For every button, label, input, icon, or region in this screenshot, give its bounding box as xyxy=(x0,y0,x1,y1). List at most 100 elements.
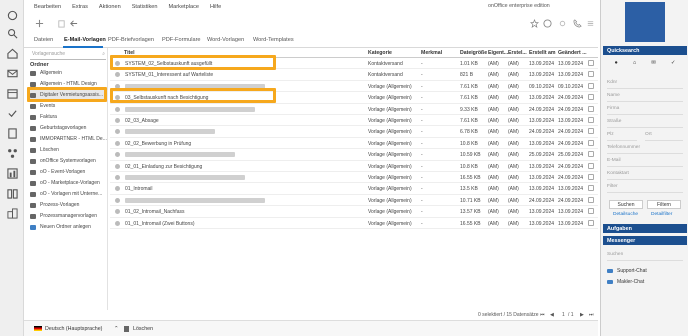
tasks-header[interactable]: Aufgaben xyxy=(603,224,687,233)
person-icon[interactable]: ● xyxy=(615,60,618,70)
row-checkbox[interactable] xyxy=(588,105,594,112)
name-field[interactable]: Name xyxy=(607,93,683,102)
table-row[interactable]: SYSTEM_01_Interessent auf Warteliste Kont… xyxy=(110,69,598,81)
makler-chat-item[interactable]: Makler-Chat xyxy=(607,279,644,285)
tab-word-templates[interactable]: Word-Templates xyxy=(253,37,294,43)
language-select[interactable]: Deutsch (Hauptsprache) xyxy=(45,326,102,332)
quicksearch-header[interactable]: Quicksearch xyxy=(603,46,687,55)
home-icon[interactable] xyxy=(5,46,19,60)
row-checkbox[interactable] xyxy=(588,151,594,158)
row-checkbox[interactable] xyxy=(588,174,594,180)
table-row[interactable]: 01_02_Intromail_Nachfass Vorlage (Allgeme… xyxy=(110,206,598,218)
tab-pdf-briefvorlagen[interactable]: PDF-Briefvorlagen xyxy=(108,37,154,43)
search-button[interactable]: Suchen xyxy=(609,200,643,209)
menu-bearbeiten[interactable]: Bearbeiten xyxy=(34,4,61,10)
tab-word-vorlagen[interactable]: Word-Vorlagen xyxy=(207,37,244,43)
messenger-header[interactable]: Messenger xyxy=(603,236,687,245)
table-row[interactable]: Vorlage (Allgemein) - 10.71 KB (AM) (AM) 24.0… xyxy=(110,195,598,207)
detail-filter-link[interactable]: Detailfilter xyxy=(651,212,672,217)
ort-field[interactable]: Ort xyxy=(645,132,683,141)
folder-item[interactable]: oO - Event-Vorlagen xyxy=(30,167,108,177)
col-dateigroesse[interactable]: Dateigröße xyxy=(460,50,487,56)
search-icon[interactable] xyxy=(5,26,19,40)
home-icon[interactable]: ⌂ xyxy=(633,60,636,70)
back-arrow-icon[interactable] xyxy=(68,18,78,28)
kdnr-field[interactable]: Kdnr xyxy=(607,80,683,89)
row-checkbox[interactable] xyxy=(588,139,594,146)
row-checkbox[interactable] xyxy=(588,219,594,226)
folder-item[interactable]: Löschen xyxy=(30,145,108,155)
table-row[interactable]: 02_03_Absage Vorlage (Allgemein) - 7.61 KB (… xyxy=(110,115,598,127)
folder-item[interactable]: IMMOPARTNER - HTML De... xyxy=(30,134,108,144)
folder-item[interactable]: Faktura xyxy=(30,112,108,122)
strasse-field[interactable]: Straße xyxy=(607,119,683,128)
prev-page-icon[interactable]: ◀ xyxy=(550,312,554,318)
tab-dateien[interactable]: Dateien xyxy=(34,37,53,43)
settings-icon[interactable] xyxy=(557,18,567,28)
folder-item[interactable]: Geburtstagsvorlagen xyxy=(30,123,108,133)
first-page-icon[interactable]: ⏮ xyxy=(540,312,545,318)
dashboard-icon[interactable] xyxy=(5,8,19,22)
mail-icon[interactable]: ✉ xyxy=(651,60,656,70)
current-page[interactable]: 1 xyxy=(562,312,565,318)
mail-icon[interactable] xyxy=(5,66,19,80)
plz-field[interactable]: Plz xyxy=(607,132,637,141)
menu-marketplace[interactable]: Marketplace xyxy=(169,4,199,10)
table-row[interactable]: Vorlage (Allgemein) - 6.78 KB (AM) (AM) 24.09… xyxy=(110,126,598,138)
col-kategorie[interactable]: Kategorie xyxy=(368,50,392,56)
folder-item[interactable]: oO - Vorlagen mit Unterne... xyxy=(30,189,108,199)
folder-item[interactable]: onOffice Systemvorlagen xyxy=(30,156,108,166)
filter-button[interactable]: Filtern xyxy=(647,200,681,209)
row-checkbox[interactable] xyxy=(588,71,594,78)
row-checkbox[interactable] xyxy=(588,128,594,135)
network-icon[interactable] xyxy=(5,146,19,160)
new-folder-button[interactable]: Neuen Ordner anlegen xyxy=(30,222,108,232)
template-search-input[interactable]: Vorlagensuche ⌕ xyxy=(30,51,106,60)
chart-icon[interactable] xyxy=(5,166,19,180)
document-icon[interactable] xyxy=(5,126,19,140)
table-row[interactable]: Vorlage (Allgemein) - 16.55 KB (AM) (AM) 13.0… xyxy=(110,172,598,184)
table-row[interactable]: 01_Intromail Vorlage (Allgemein) - 13.5 KB (… xyxy=(110,183,598,195)
row-checkbox[interactable] xyxy=(588,185,594,192)
copy-icon[interactable] xyxy=(56,18,66,28)
next-page-icon[interactable]: ▶ xyxy=(580,312,584,318)
folder-item[interactable]: oO - Marketplace-Vorlagen xyxy=(30,178,108,188)
help-icon[interactable] xyxy=(542,18,552,28)
row-checkbox[interactable] xyxy=(588,208,594,215)
tab-pdf-formulare[interactable]: PDF-Formulare xyxy=(162,37,201,43)
menu-hilfe[interactable]: Hilfe xyxy=(210,4,221,10)
col-merkmal[interactable]: Merkmal xyxy=(421,50,442,56)
row-checkbox[interactable] xyxy=(588,82,594,89)
folder-item[interactable]: Prozess-Vorlagen xyxy=(30,200,108,210)
calendar-icon[interactable] xyxy=(5,86,19,100)
support-chat-item[interactable]: Support-Chat xyxy=(607,268,647,274)
phone-icon[interactable] xyxy=(572,18,582,28)
kontaktart-select[interactable]: Kontaktart xyxy=(607,171,683,180)
table-row[interactable]: Vorlage (Allgemein) - 10.59 KB (AM) (AM) 25.0… xyxy=(110,149,598,161)
folder-item[interactable]: Allgemein xyxy=(30,68,108,78)
email-field[interactable]: E-Mail xyxy=(607,158,683,167)
menu-extras[interactable]: Extras xyxy=(72,4,88,10)
menu-statistiken[interactable]: Statistiken xyxy=(132,4,158,10)
delete-button[interactable]: Löschen xyxy=(133,326,153,332)
row-checkbox[interactable] xyxy=(588,94,594,101)
folder-item[interactable]: Prozessmanagervorlagen xyxy=(30,211,108,221)
col-geaendert[interactable]: Geändert ... xyxy=(558,50,587,56)
row-checkbox[interactable] xyxy=(588,162,594,169)
check-icon[interactable] xyxy=(5,106,19,120)
star-icon[interactable] xyxy=(529,18,539,28)
messenger-search-input[interactable]: Suchen xyxy=(607,252,683,261)
check-icon[interactable]: ✓ xyxy=(671,60,676,70)
chevron-up-icon[interactable]: ⌃ xyxy=(114,326,118,332)
more-icon[interactable] xyxy=(585,18,595,28)
table-row[interactable]: 02_01_Einladung zur Besichtigung Vorlage … xyxy=(110,161,598,172)
row-checkbox[interactable] xyxy=(588,117,594,123)
col-ersteller[interactable]: Erstel... xyxy=(508,50,527,56)
table-row[interactable]: 02_02_Bewerbung in Prüfung Vorlage (Allge… xyxy=(110,138,598,150)
row-checkbox[interactable] xyxy=(588,196,594,203)
book-icon[interactable] xyxy=(5,186,19,200)
row-checkbox[interactable] xyxy=(588,60,594,66)
table-row[interactable]: 01_01_Intromail (Zwei Buttons) Vorlage (A… xyxy=(110,218,598,229)
search-icon[interactable]: ⌕ xyxy=(102,51,105,57)
firma-field[interactable]: Firma xyxy=(607,106,683,115)
